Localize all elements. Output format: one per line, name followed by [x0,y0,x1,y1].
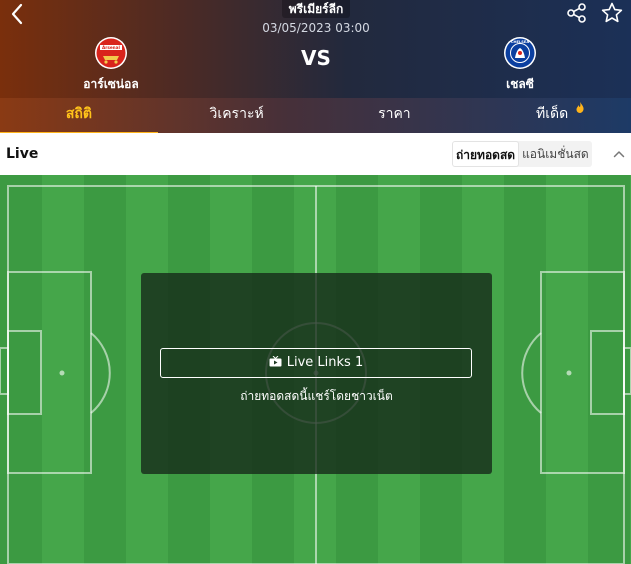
league-label[interactable]: พรีเมียร์ลีก [282,0,350,18]
left-penalty-spot [59,370,65,376]
fire-icon [576,102,584,113]
pitch-stripe [0,175,42,564]
home-team-name: อาร์เซน่อล [83,77,139,91]
tab-odds-label: ราคา [378,106,411,122]
live-section-bar: Live ถ่ายทอดสด แอนิเมชั่นสด [0,133,631,175]
match-tabs: สถิติ วิเคราะห์ ราคา ทีเด็ด [0,98,631,135]
tab-analysis-label: วิเคราะห์ [209,106,264,122]
home-team[interactable]: Arsenal อาร์เซน่อล [51,36,171,94]
live-links-overlay: Live Links 1 ถ่ายทอดสดนี้แชร์โดยชาวเน็ต [141,273,492,474]
tv-icon [269,356,282,367]
shared-by-caption: ถ่ายทอดสดนี้แชร์โดยชาวเน็ต [240,389,393,403]
pitch-stripe [504,175,546,564]
versus-label: VS [301,46,331,70]
tab-stats-label: สถิติ [65,106,92,122]
away-team-name: เชลซี [506,77,534,91]
tab-stats[interactable]: สถิติ [0,98,158,135]
live-mode-switch: ถ่ายทอดสด แอนิเมชั่นสด [452,141,592,167]
favorite-star-icon[interactable] [600,1,624,25]
live-animation-toggle[interactable]: แอนิเมชั่นสด [519,141,592,167]
right-penalty-spot [566,370,572,376]
share-icon[interactable] [566,2,588,24]
live-links-button[interactable]: Live Links 1 [160,348,472,378]
tab-tips[interactable]: ทีเด็ด [473,98,631,133]
match-header: พรีเมียร์ลีก 03/05/2023 03:00 Arsenal อา… [0,0,631,98]
tab-odds[interactable]: ราคา [316,98,474,133]
pitch-stripe [546,175,588,564]
live-stream-toggle[interactable]: ถ่ายทอดสด [452,141,520,167]
collapse-chevron-icon[interactable] [612,147,626,161]
back-arrow-icon[interactable] [4,0,30,28]
match-datetime: 03/05/2023 03:00 [262,21,370,35]
away-team[interactable]: CHELSEA เชลซี [460,36,580,94]
live-title: Live [6,146,39,162]
live-links-label: Live Links 1 [286,355,364,370]
arsenal-crest-text: Arsenal [102,45,120,50]
pitch-stripe [42,175,84,564]
chelsea-crest-icon: CHELSEA [504,37,536,69]
tab-tips-label: ทีเด็ด [536,106,569,122]
arsenal-crest-icon: Arsenal [95,37,127,69]
tab-analysis[interactable]: วิเคราะห์ [158,98,316,133]
chelsea-crest-text: CHELSEA [511,40,529,44]
